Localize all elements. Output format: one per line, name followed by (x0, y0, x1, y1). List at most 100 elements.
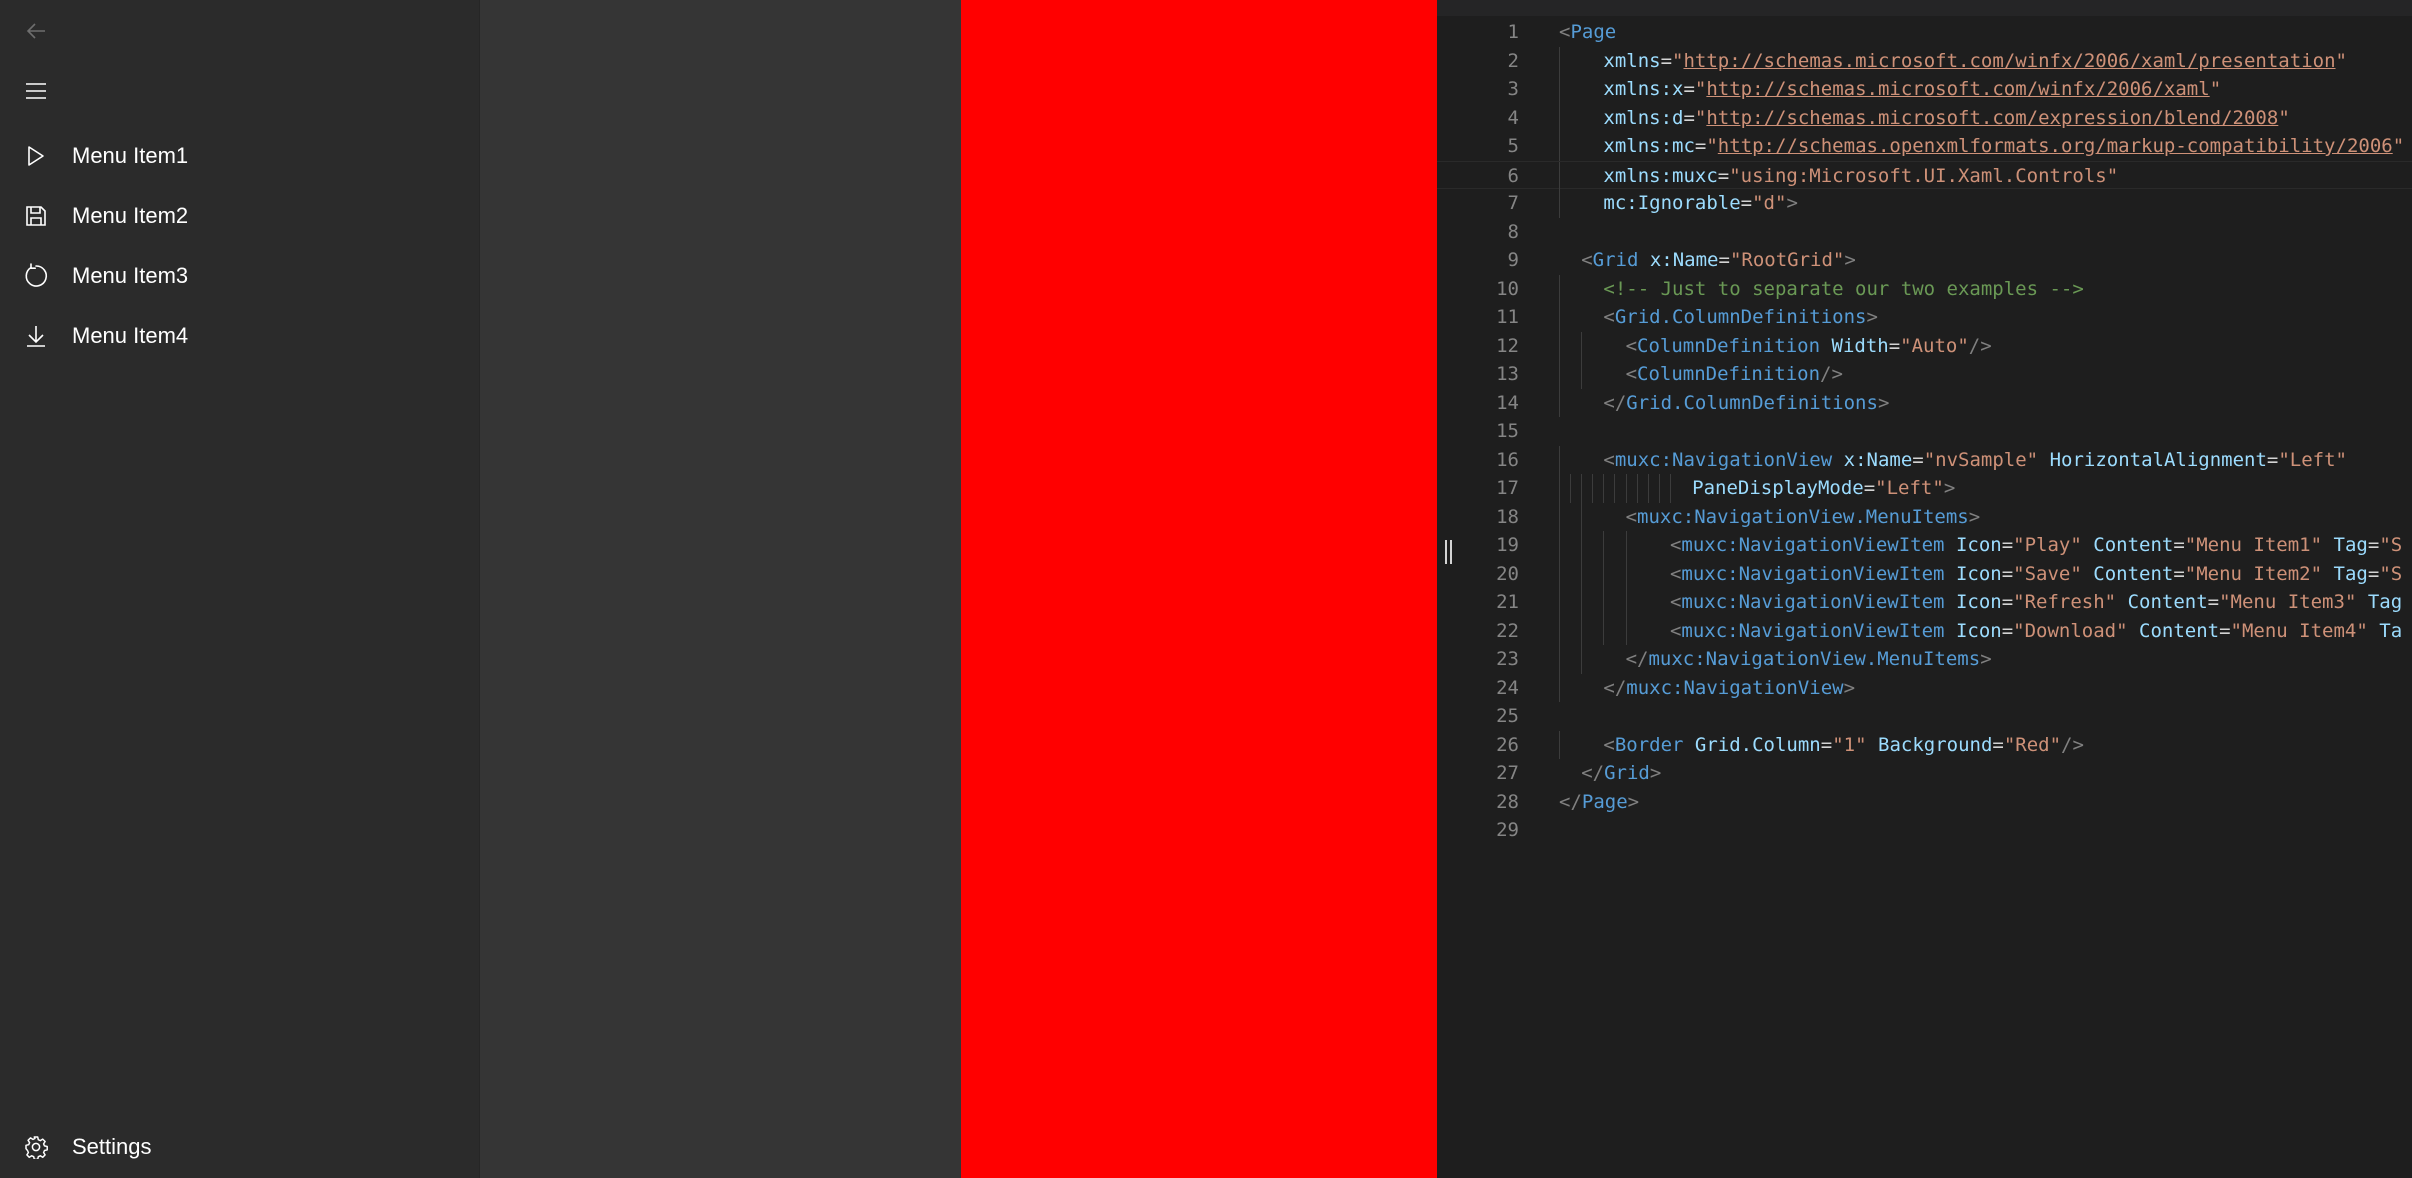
code-token: "d" (1752, 192, 1787, 214)
indent-guide (1559, 502, 1581, 531)
line-number: 17 (1496, 477, 1519, 499)
code-text: <muxc:NavigationViewItem Icon="Download"… (1559, 616, 2402, 645)
code-token: > (1877, 391, 1890, 414)
code-text: <Border Grid.Column="1" Background="Red"… (1559, 730, 2084, 760)
code-token: " (2392, 135, 2405, 157)
code-token: </ (1603, 676, 1627, 699)
code-token: = (1660, 49, 1673, 72)
code-text: </muxc:NavigationView> (1559, 673, 1855, 703)
code-token: Content (2093, 562, 2174, 585)
line-number: 5 (1507, 135, 1519, 157)
indent-guide (1581, 531, 1603, 560)
code-token: = (2266, 448, 2279, 471)
indent-guide (1581, 132, 1603, 161)
nav-item-menu-item3[interactable]: Menu Item3 (0, 247, 480, 305)
code-text: <muxc:NavigationViewItem Icon="Refresh" … (1559, 588, 2402, 617)
back-button[interactable] (0, 4, 72, 62)
code-token: = (1694, 135, 1707, 157)
line-number: 8 (1507, 220, 1519, 243)
line-number: 9 (1507, 249, 1519, 271)
indent-guide (1559, 616, 1581, 645)
code-token: HorizontalAlignment (2049, 448, 2267, 471)
indent-guide (1581, 731, 1603, 760)
indent-guide (1559, 559, 1581, 588)
code-token: = (2001, 534, 2014, 556)
line-number: 16 (1496, 448, 1519, 471)
indent-guide (1581, 75, 1603, 104)
code-line: 10 <!-- Just to separate our two examples… (1437, 274, 2412, 303)
code-token: Background (1878, 733, 1993, 756)
code-line: 7 mc:Ignorable="d"> (1437, 189, 2412, 218)
indent-guide (1559, 588, 1581, 617)
code-token: = (1718, 249, 1730, 271)
line-number: 25 (1496, 705, 1519, 727)
indent-guide (1559, 132, 1581, 161)
code-token: Tag (2333, 534, 2368, 556)
code-line: 6 xmlns:muxc="using:Microsoft.UI.Xaml.Con… (1437, 160, 2412, 190)
code-line: 13 <ColumnDefinition/> (1437, 360, 2412, 389)
line-number: 15 (1496, 420, 1519, 442)
indent-guide (1581, 674, 1603, 703)
line-number: 14 (1496, 391, 1519, 414)
code-line: 25 (1437, 702, 2412, 731)
indent-guide (1625, 559, 1648, 588)
code-token: = (2173, 562, 2185, 585)
code-token: "Save" (2013, 562, 2082, 585)
indent-guide (1614, 474, 1625, 503)
nav-item-label: Menu Item3 (72, 263, 189, 288)
code-line: 19 <muxc:NavigationViewItem Icon="Play" C… (1437, 531, 2412, 560)
code-token: http://schemas.microsoft.com/winfx/2006/… (1683, 49, 2336, 72)
code-line: 29 (1437, 816, 2412, 845)
code-line: 2 xmlns="http://schemas.microsoft.com/win… (1437, 46, 2412, 75)
nav-item-settings[interactable]: Settings (0, 1118, 480, 1176)
pane-toggle-button[interactable] (0, 64, 72, 122)
code-text: xmlns:d="http://schemas.microsoft.com/ex… (1559, 103, 2290, 132)
indent-guide (1581, 616, 1603, 645)
indent-guide (1581, 446, 1603, 475)
code-token: "Refresh" (2013, 591, 2117, 613)
code-token: Page (1581, 790, 1628, 813)
navigation-content-area (480, 0, 961, 1178)
indent-guide (1559, 189, 1581, 218)
code-token: = (1683, 78, 1695, 100)
code-token: ColumnDefinition (1637, 363, 1821, 385)
line-number: 20 (1496, 562, 1519, 585)
code-token: Grid.Column (1694, 733, 1821, 756)
code-text: <muxc:NavigationView x:Name="nvSample" H… (1559, 445, 2347, 475)
code-token: "Left" (2278, 448, 2347, 471)
code-lines: 1 <Page 2 xmlns="http://schemas.microsoft.c… (1437, 18, 2412, 845)
code-token: Border (1614, 733, 1684, 756)
code-token: "nvSample" (1923, 448, 2039, 471)
line-number: 22 (1496, 619, 1519, 642)
nav-item-label: Menu Item4 (72, 323, 189, 348)
code-text: xmlns:x="http://schemas.microsoft.com/wi… (1559, 75, 2221, 104)
code-token: "RootGrid" (1729, 249, 1845, 271)
code-token: muxc:NavigationView (1614, 448, 1833, 471)
code-token: /> (1968, 334, 1992, 357)
code-token: x:Name (1843, 448, 1913, 471)
code-token: Tag (2367, 591, 2403, 613)
code-token: http://schemas.microsoft.com/winfx/2006/… (1706, 78, 2210, 100)
line-number: 21 (1496, 591, 1519, 613)
code-token: Content (2139, 619, 2220, 642)
line-number: 18 (1496, 505, 1519, 528)
code-token: = (2001, 562, 2014, 585)
code-token: </ (1559, 790, 1582, 813)
code-token: /> (2061, 733, 2084, 756)
code-token: muxc:NavigationView (1626, 676, 1844, 699)
indent-guide (1603, 559, 1625, 588)
xaml-code-editor[interactable]: 1 <Page 2 xmlns="http://schemas.microsoft.c… (1437, 0, 2412, 1178)
code-line: 11 <Grid.ColumnDefinitions> (1437, 303, 2412, 332)
nav-item-menu-item4[interactable]: Menu Item4 (0, 307, 480, 365)
indent-guide (1559, 730, 1581, 759)
code-token: Tag (2333, 562, 2368, 585)
nav-item-menu-item2[interactable]: Menu Item2 (0, 187, 480, 245)
code-token: = (1912, 448, 1924, 471)
indent-guide (1581, 474, 1592, 503)
code-token: "Menu Item1" (2184, 534, 2323, 556)
nav-item-menu-item1[interactable]: Menu Item1 (0, 127, 480, 185)
indent-guide (1559, 303, 1581, 332)
code-token: = (1863, 477, 1876, 499)
